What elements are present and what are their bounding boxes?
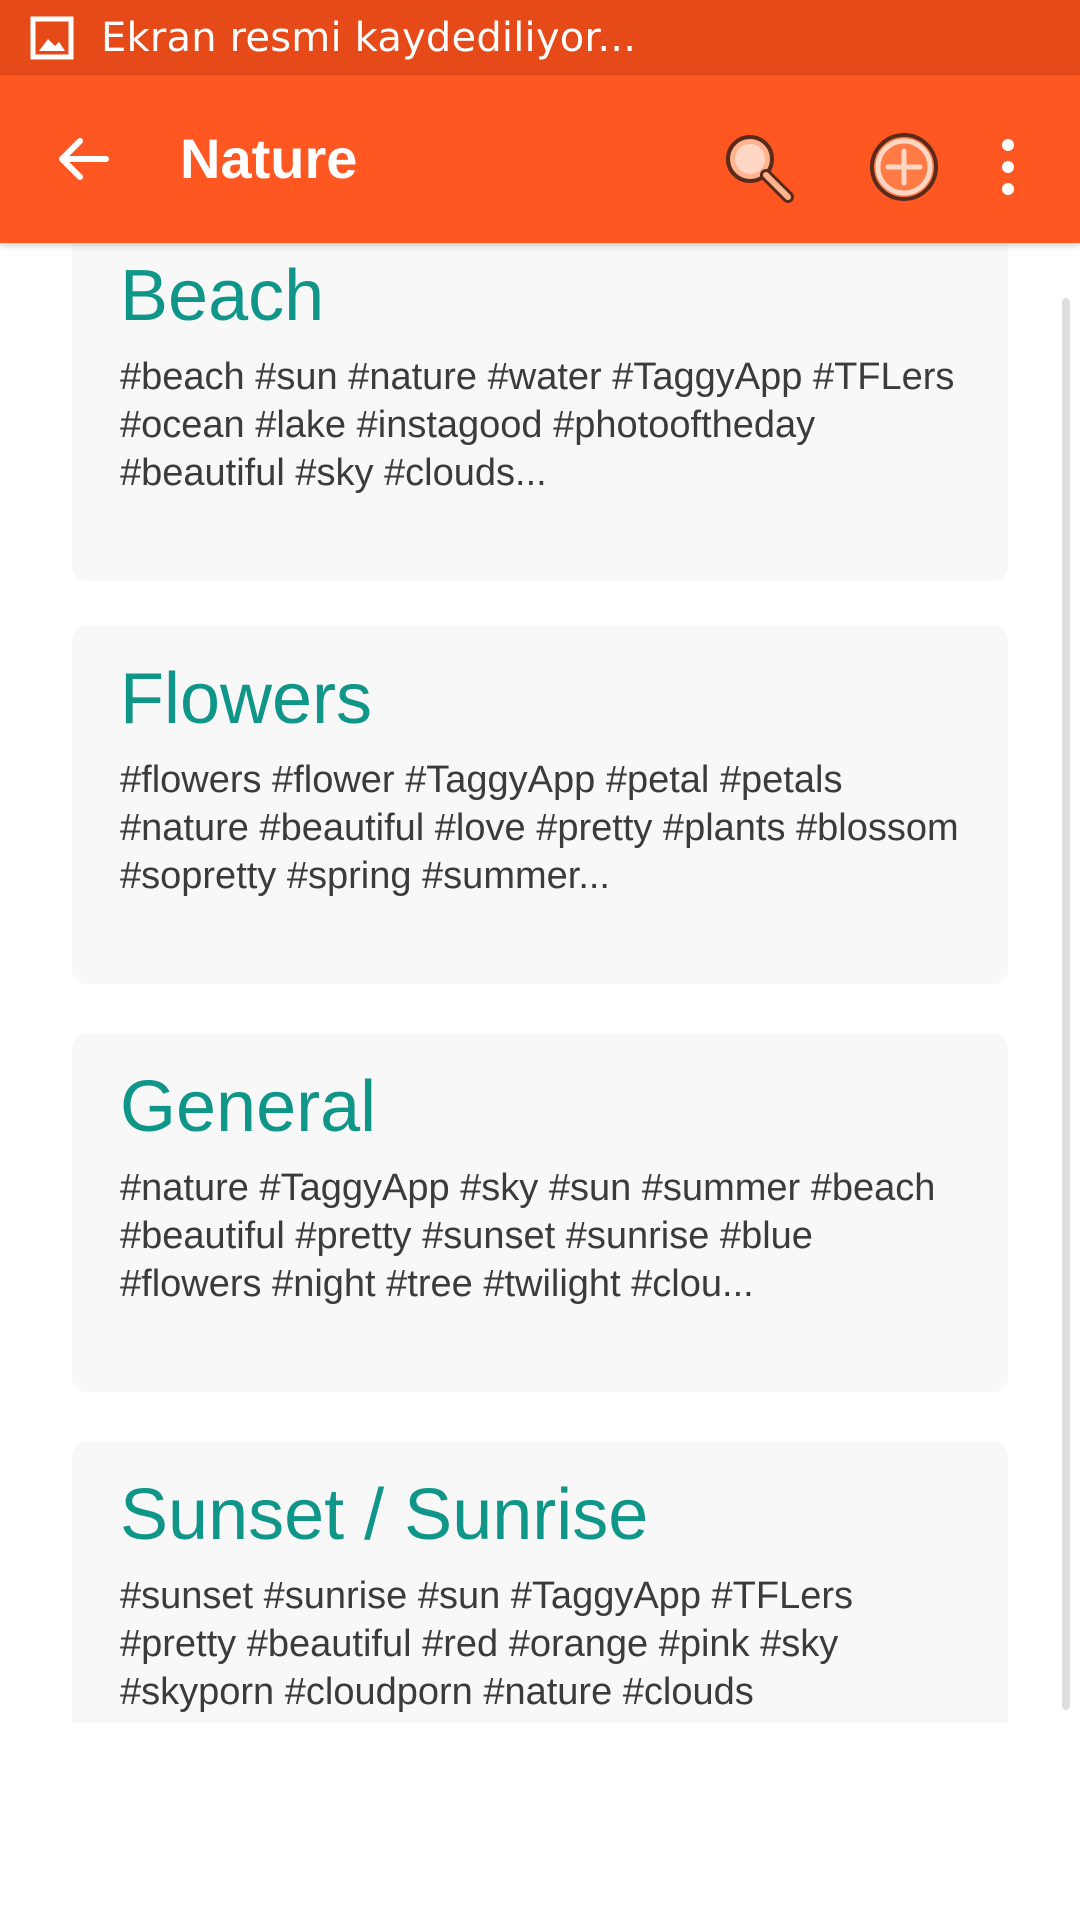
more-vertical-icon <box>1002 139 1014 195</box>
hashtag-group-card-sunset-sunrise[interactable]: Sunset / Sunrise #sunset #sunrise #sun #… <box>72 1442 1008 1723</box>
card-hashtags: #sunset #sunrise #sun #TaggyApp #TFLers … <box>120 1575 853 1713</box>
page-title: Nature <box>180 127 358 190</box>
hashtag-group-list[interactable]: Beach #beach #sun #nature #water #TaggyA… <box>0 243 1080 1723</box>
add-button[interactable] <box>856 119 952 215</box>
more-options-button[interactable] <box>978 119 1038 215</box>
hashtag-group-card-beach[interactable]: Beach #beach #sun #nature #water #TaggyA… <box>72 243 1008 581</box>
card-title: Beach <box>120 256 325 336</box>
arrow-left-icon <box>59 138 109 180</box>
scrollbar[interactable] <box>1062 298 1070 1710</box>
card-title: Flowers <box>120 659 373 739</box>
card-title: General <box>120 1067 377 1147</box>
status-notification-text: Ekran resmi kaydediliyor... <box>101 14 637 61</box>
search-icon <box>726 135 794 203</box>
status-bar: Ekran resmi kaydediliyor... <box>0 0 1080 75</box>
bottom-blank-area <box>0 1723 1080 1920</box>
card-hashtags: #beach #sun #nature #water #TaggyApp #TF… <box>120 356 955 494</box>
card-hashtags: #nature #TaggyApp #sky #sun #summer #bea… <box>120 1167 936 1305</box>
plus-circle-icon <box>870 133 938 201</box>
search-button[interactable] <box>710 119 806 215</box>
app-bar: Nature <box>0 75 1080 243</box>
hashtag-group-card-flowers[interactable]: Flowers #flowers #flower #TaggyApp #peta… <box>72 626 1008 984</box>
hashtag-group-card-general[interactable]: General #nature #TaggyApp #sky #sun #sum… <box>72 1034 1008 1392</box>
back-button[interactable] <box>44 119 124 199</box>
card-hashtags: #flowers #flower #TaggyApp #petal #petal… <box>120 759 959 897</box>
image-icon <box>14 0 89 75</box>
card-title: Sunset / Sunrise <box>120 1475 649 1555</box>
